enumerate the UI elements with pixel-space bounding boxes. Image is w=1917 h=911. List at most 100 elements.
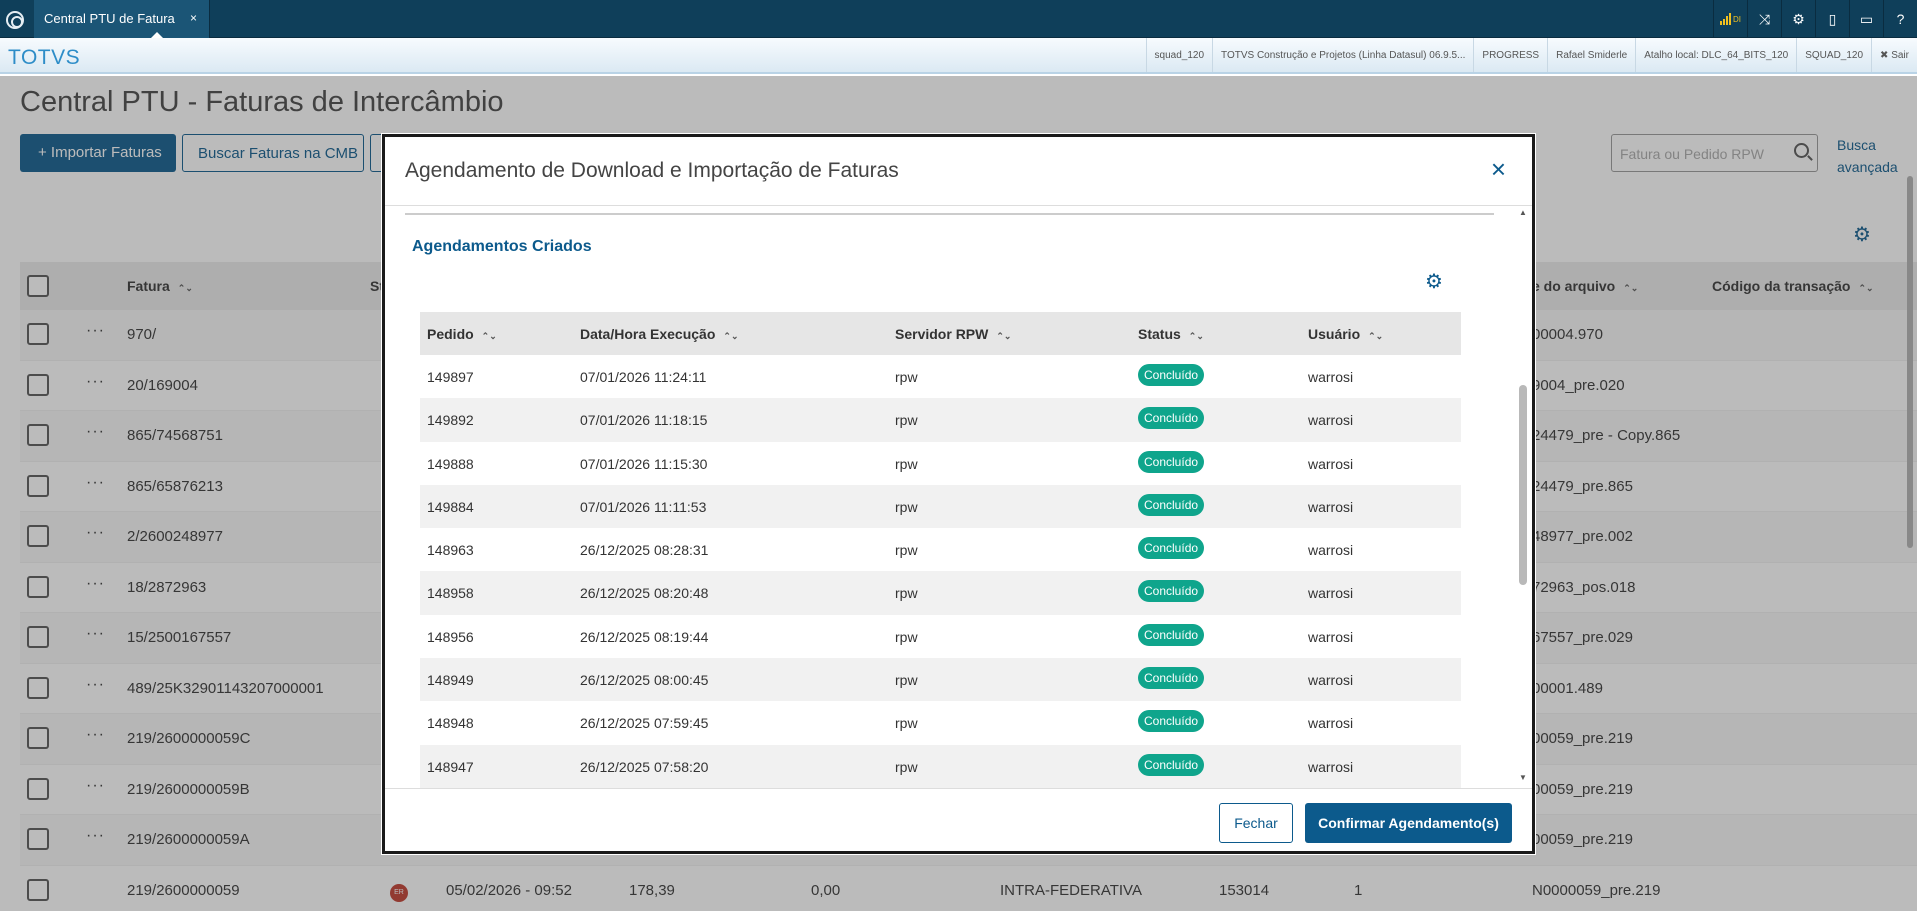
tab-label: Central PTU de Fatura: [44, 11, 175, 26]
exit-button[interactable]: ✖ Sair: [1871, 38, 1917, 72]
schedules-table: Pedido ⌃⌄ Data/Hora Execução ⌃⌄ Servidor R…: [420, 312, 1461, 788]
close-icon[interactable]: ×: [1491, 154, 1506, 185]
cell-servidor: rpw: [895, 498, 918, 515]
cell-usuario: warrosi: [1308, 412, 1354, 429]
tab-close-icon[interactable]: ×: [190, 11, 197, 25]
tab-central-ptu[interactable]: Central PTU de Fatura ×: [34, 0, 210, 38]
cell-pedido: 149884: [427, 498, 474, 515]
shuffle-icon[interactable]: ⤨: [1747, 0, 1781, 38]
table-row[interactable]: 148956 26/12/2025 08:19:44 rpw Concluído war…: [420, 615, 1461, 658]
table-row[interactable]: 149884 07/01/2026 11:11:53 rpw Concluído war…: [420, 484, 1461, 529]
col-status[interactable]: Status ⌃⌄: [1138, 326, 1204, 342]
status-badge: Concluído: [1138, 667, 1205, 690]
cell-pedido: 148949: [427, 672, 474, 689]
system-info: squad_120 TOTVS Construção e Projetos (L…: [1145, 38, 1917, 72]
cell-pedido: 149888: [427, 455, 474, 472]
close-button[interactable]: Fechar: [1219, 803, 1293, 843]
cell-pedido: 148948: [427, 715, 474, 732]
status-badge: Concluído: [1138, 623, 1205, 646]
table-settings-icon[interactable]: ⚙: [1425, 269, 1443, 294]
cell-data: 26/12/2025 07:59:45: [580, 715, 709, 732]
cell-pedido: 148956: [427, 628, 474, 645]
cell-usuario: warrosi: [1308, 585, 1354, 602]
info-company: TOTVS Construção e Projetos (Linha Datas…: [1212, 38, 1473, 72]
help-icon[interactable]: ?: [1883, 0, 1917, 38]
info-env: SQUAD_120: [1796, 38, 1871, 72]
cell-data: 07/01/2026 11:18:15: [580, 412, 708, 429]
cell-data: 26/12/2025 08:19:44: [580, 628, 709, 645]
cell-servidor: rpw: [895, 628, 918, 645]
signal-label: DI: [1733, 14, 1741, 24]
cell-usuario: warrosi: [1308, 758, 1354, 775]
cell-data: 07/01/2026 11:11:53: [580, 498, 707, 515]
info-squad: squad_120: [1145, 38, 1213, 72]
cell-pedido: 148947: [427, 758, 474, 775]
cell-data: 07/01/2026 11:24:11: [580, 369, 707, 385]
divider: [405, 213, 1494, 215]
cell-pedido: 148958: [427, 585, 474, 602]
document-icon[interactable]: ▯: [1815, 0, 1849, 38]
cell-usuario: warrosi: [1308, 498, 1354, 515]
cell-usuario: warrosi: [1308, 672, 1354, 689]
table-row[interactable]: 148963 26/12/2025 08:28:31 rpw Concluído war…: [420, 528, 1461, 571]
table-body: 149897 07/01/2026 11:24:11 rpw Concluído war…: [420, 355, 1461, 788]
modal-title: Agendamento de Download e Importação de …: [405, 159, 899, 182]
modal-footer: Fechar Confirmar Agendamento(s): [385, 788, 1532, 851]
table-header: Pedido ⌃⌄ Data/Hora Execução ⌃⌄ Servidor R…: [420, 312, 1461, 355]
confirm-button[interactable]: Confirmar Agendamento(s): [1305, 803, 1512, 843]
status-badge: Concluído: [1138, 537, 1205, 560]
info-db: PROGRESS: [1473, 38, 1547, 72]
cell-usuario: warrosi: [1308, 628, 1354, 645]
table-row[interactable]: 149892 07/01/2026 11:18:15 rpw Concluído war…: [420, 398, 1461, 442]
status-badge: Concluído: [1138, 450, 1205, 473]
status-badge: Concluído: [1138, 580, 1205, 603]
info-shortcut: Atalho local: DLC_64_BITS_120: [1635, 38, 1796, 72]
table-row[interactable]: 149888 07/01/2026 11:15:30 rpw Concluído war…: [420, 442, 1461, 485]
top-icons: DI ⤨ ⚙ ▯ ▭ ?: [1713, 0, 1917, 38]
modal-scrollbar[interactable]: ▲ ▼: [1518, 208, 1528, 782]
table-row[interactable]: 148958 26/12/2025 08:20:48 rpw Concluído war…: [420, 571, 1461, 615]
schedule-modal: Agendamento de Download e Importação de …: [382, 134, 1535, 854]
page-scrollbar[interactable]: [1907, 176, 1913, 548]
status-badge: Concluído: [1138, 493, 1205, 516]
cell-servidor: rpw: [895, 585, 918, 602]
app-logo-icon[interactable]: [6, 11, 24, 29]
cell-usuario: warrosi: [1308, 542, 1354, 559]
modal-body: Agendamentos Criados ⚙ Pedido ⌃⌄ Data/Hor…: [385, 206, 1532, 788]
cell-servidor: rpw: [895, 412, 918, 429]
table-row[interactable]: 148949 26/12/2025 08:00:45 rpw Concluído war…: [420, 658, 1461, 702]
scrollbar-thumb[interactable]: [1519, 385, 1527, 585]
cell-pedido: 149892: [427, 412, 474, 429]
cell-data: 26/12/2025 08:20:48: [580, 585, 709, 602]
cell-servidor: rpw: [895, 715, 918, 732]
gear-icon[interactable]: ⚙: [1781, 0, 1815, 38]
col-servidor[interactable]: Servidor RPW ⌃⌄: [895, 326, 1011, 342]
status-badge: Concluído: [1138, 710, 1205, 733]
col-usuario[interactable]: Usuário ⌃⌄: [1308, 326, 1383, 342]
app-bar: TOTVS squad_120 TOTVS Construção e Proje…: [0, 38, 1917, 74]
cell-servidor: rpw: [895, 455, 918, 472]
col-pedido[interactable]: Pedido ⌃⌄: [427, 326, 497, 342]
chat-icon[interactable]: ▭: [1849, 0, 1883, 38]
cell-data: 26/12/2025 08:00:45: [580, 672, 709, 689]
table-row[interactable]: 148948 26/12/2025 07:59:45 rpw Concluído war…: [420, 701, 1461, 744]
info-user: Rafael Smiderle: [1547, 38, 1635, 72]
cell-pedido: 149897: [427, 369, 474, 385]
top-bar: Central PTU de Fatura × DI ⤨ ⚙ ▯ ▭ ?: [0, 0, 1917, 38]
cell-servidor: rpw: [895, 542, 918, 559]
cell-usuario: warrosi: [1308, 715, 1354, 732]
cell-servidor: rpw: [895, 672, 918, 689]
status-badge: Concluído: [1138, 753, 1205, 776]
brand-logo: TOTVS: [8, 46, 81, 69]
cell-data: 07/01/2026 11:15:30: [580, 455, 708, 472]
scroll-up-icon[interactable]: ▲: [1519, 208, 1527, 217]
cell-servidor: rpw: [895, 758, 918, 775]
signal-icon[interactable]: DI: [1713, 0, 1747, 38]
scroll-down-icon[interactable]: ▼: [1519, 773, 1527, 782]
status-badge: Concluído: [1138, 407, 1205, 430]
col-data[interactable]: Data/Hora Execução ⌃⌄: [580, 326, 739, 342]
table-row[interactable]: 148947 26/12/2025 07:58:20 rpw Concluído war…: [420, 744, 1461, 788]
cell-usuario: warrosi: [1308, 455, 1354, 472]
cell-data: 26/12/2025 07:58:20: [580, 758, 709, 775]
table-row[interactable]: 149897 07/01/2026 11:24:11 rpw Concluído war…: [420, 355, 1461, 398]
